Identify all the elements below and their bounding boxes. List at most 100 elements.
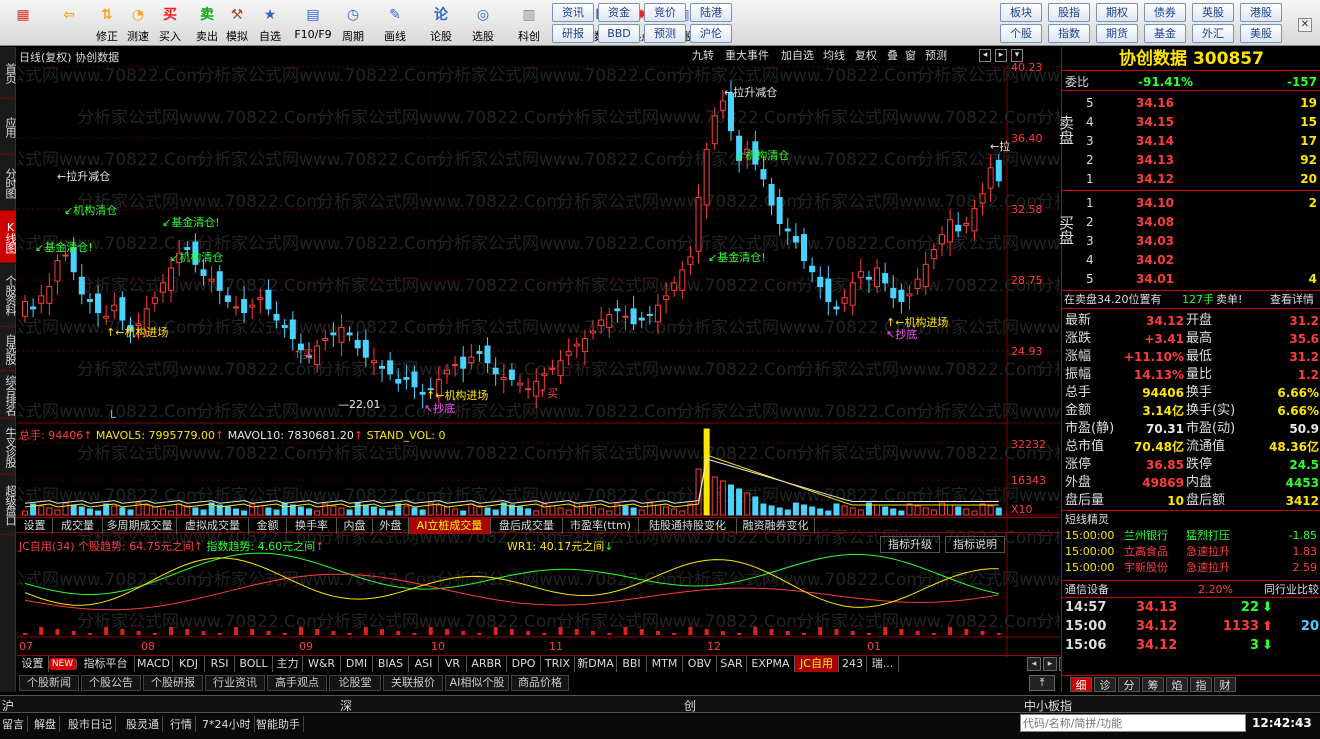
volume-tab-11[interactable]: 陆股通持股变化 [639,518,737,534]
leftnav-item-0[interactable]: 首页 [0,47,17,99]
quick-button-r2-7[interactable]: 基金 [1144,24,1186,43]
toolbar-chart-search-button[interactable]: ◎ 选股 [460,2,506,44]
prev-icon[interactable]: ◂ [979,49,991,62]
indicator-tab-4[interactable]: KDJ [173,656,205,672]
leftnav-item-7[interactable]: 牛叉诊股 [0,419,17,475]
ticker-zxb[interactable]: 中小板指 [1024,697,1072,714]
toolbar-clock-button[interactable]: ◷ 周期 [330,2,376,44]
buy-level-row[interactable]: 4 34.02 [1062,251,1320,269]
search-input[interactable] [1020,714,1246,732]
quick-button-r2-6[interactable]: 期货 [1096,24,1138,43]
short-elf-item[interactable]: 15:00:00 立高食品 急速拉升 1.83 [1062,544,1320,560]
chart-header-button-6[interactable]: 窗 [905,48,916,64]
indicator-tab-13[interactable]: ARBR [467,656,507,672]
indicator-tab-12[interactable]: VR [439,656,467,672]
indicator-tab-10[interactable]: BIAS [373,656,409,672]
indicator-tab-0[interactable]: 设置 [17,656,49,672]
ticker-sh[interactable]: 沪 [2,697,14,714]
quick-button-9[interactable]: 港股 [1240,3,1282,22]
toolbar-pen-button[interactable]: ✎ 画线 [372,2,418,44]
volume-tab-8[interactable]: AI立桩成交量 [409,518,491,534]
indicator-tab-23[interactable]: 243 [839,656,867,672]
volume-tab-0[interactable]: 设置 [17,518,53,534]
volume-tab-12[interactable]: 融资融券变化 [737,518,815,534]
panel-tab-4[interactable]: 焰 [1166,677,1188,692]
sell-level-row[interactable]: 4 34.15 15 [1062,113,1320,131]
panel-tab-2[interactable]: 分 [1118,677,1140,692]
toolbar-star-button[interactable]: ★ 自选 [252,2,288,44]
kline-chart[interactable]: 分析家公式网www.70822.Com分析家公式网www.70822.Com分析… [17,65,1060,660]
indicator-tab-21[interactable]: EXPMA [747,656,795,672]
indicator-tab-6[interactable]: BOLL [235,656,273,672]
leftnav-item-4[interactable]: 个股资料 [0,263,17,327]
quick-button-r2-1[interactable]: BBD [598,24,640,43]
indicator-tab-20[interactable]: SAR [717,656,747,672]
industry-row[interactable]: 通信设备 2.20% 同行业比较 [1062,580,1320,598]
indicator-tab-16[interactable]: 新DMA [575,656,617,672]
info-tab-0[interactable]: 个股新闻 [19,675,79,691]
indicator-tab-9[interactable]: DMI [341,656,373,672]
indicator-tab-7[interactable]: 主力 [273,656,303,672]
chart-header-button-7[interactable]: 预测 [925,48,947,64]
volume-tab-3[interactable]: 虚拟成交量 [177,518,249,534]
toolbar-hammer-button[interactable]: ⚒ 模拟 [220,2,254,44]
expand-up-icon[interactable]: ⤒ [1029,675,1055,691]
panel-tab-0[interactable]: 细 [1070,677,1092,692]
scroll-left-icon[interactable]: ◂ [1027,657,1041,671]
buy-level-row[interactable]: 2 34.08 [1062,213,1320,231]
buy-level-row[interactable]: 1 34.10 2 [1062,194,1320,212]
volume-tab-2[interactable]: 多周期成交量 [103,518,177,534]
indicator-tab-8[interactable]: W&R [303,656,341,672]
chart-header-button-2[interactable]: 加自选 [781,48,814,64]
indicator-help-button[interactable]: 指标说明 [945,536,1005,553]
quick-button-8[interactable]: 英股 [1192,3,1234,22]
quick-button-4[interactable]: 板块 [1000,3,1042,22]
volume-tab-5[interactable]: 换手率 [287,518,337,534]
panel-tab-5[interactable]: 指 [1190,677,1212,692]
leftnav-item-2[interactable]: 分时图 [0,155,17,211]
leftnav-item-8[interactable]: 超级盘口 [0,475,17,535]
leftnav-item-3[interactable]: K线图 [0,211,17,263]
indicator-upgrade-button[interactable]: 指标升级 [880,536,940,553]
quick-button-7[interactable]: 债券 [1144,3,1186,22]
quick-button-5[interactable]: 股指 [1048,3,1090,22]
toolbar-grid-button[interactable]: ▦ [4,2,42,44]
indicator-tab-5[interactable]: RSI [205,656,235,672]
info-tab-3[interactable]: 行业资讯 [205,675,265,691]
indicator-tab-3[interactable]: MACD [135,656,173,672]
close-icon[interactable]: ✕ [1298,18,1312,32]
quick-button-r2-8[interactable]: 外汇 [1192,24,1234,43]
tool-0[interactable]: 留言 [2,716,28,732]
volume-tab-4[interactable]: 金额 [249,518,287,534]
ticker-cy[interactable]: 创 [684,697,696,714]
info-tab-2[interactable]: 个股研报 [143,675,203,691]
sell-level-row[interactable]: 5 34.16 19 [1062,94,1320,112]
toolbar-buy-button[interactable]: 买买入 [152,2,188,44]
short-elf-item[interactable]: 15:00:00 宇新股份 急速拉升 2.59 [1062,560,1320,576]
indicator-tab-18[interactable]: MTM [647,656,683,672]
buy-level-row[interactable]: 3 34.03 [1062,232,1320,250]
toolbar-talk-button[interactable]: 论论股 [418,2,464,44]
scroll-right-icon[interactable]: ▸ [1043,657,1057,671]
toolbar-back-arrow-button[interactable]: ⇦ [52,2,86,44]
toolbar-kechuang-button[interactable]: ▥ 科创 [506,2,552,44]
indicator-tab-1[interactable]: NEW [49,658,77,670]
tool-5[interactable]: 7*24小时 [202,716,255,732]
tool-4[interactable]: 行情 [170,716,196,732]
info-tab-1[interactable]: 个股公告 [81,675,141,691]
quick-button-r2-4[interactable]: 个股 [1000,24,1042,43]
info-tab-7[interactable]: AI相似个股 [445,675,509,691]
chart-header-button-5[interactable]: 叠 [887,48,898,64]
indicator-tab-22[interactable]: JC自用 [795,656,839,672]
volume-tab-7[interactable]: 外盘 [373,518,409,534]
quick-button-r2-0[interactable]: 研报 [552,24,594,43]
leftnav-item-5[interactable]: 自选股 [0,327,17,371]
quick-button-r2-9[interactable]: 美股 [1240,24,1282,43]
quick-button-2[interactable]: 竞价 [644,3,686,22]
info-tab-4[interactable]: 高手观点 [267,675,327,691]
indicator-tab-14[interactable]: DPO [507,656,541,672]
volume-tab-9[interactable]: 盘后成交量 [491,518,563,534]
chart-header-button-0[interactable]: 九转 [692,48,714,64]
volume-tab-10[interactable]: 市盈率(ttm) [563,518,639,534]
panel-tab-6[interactable]: 财 [1214,677,1236,692]
